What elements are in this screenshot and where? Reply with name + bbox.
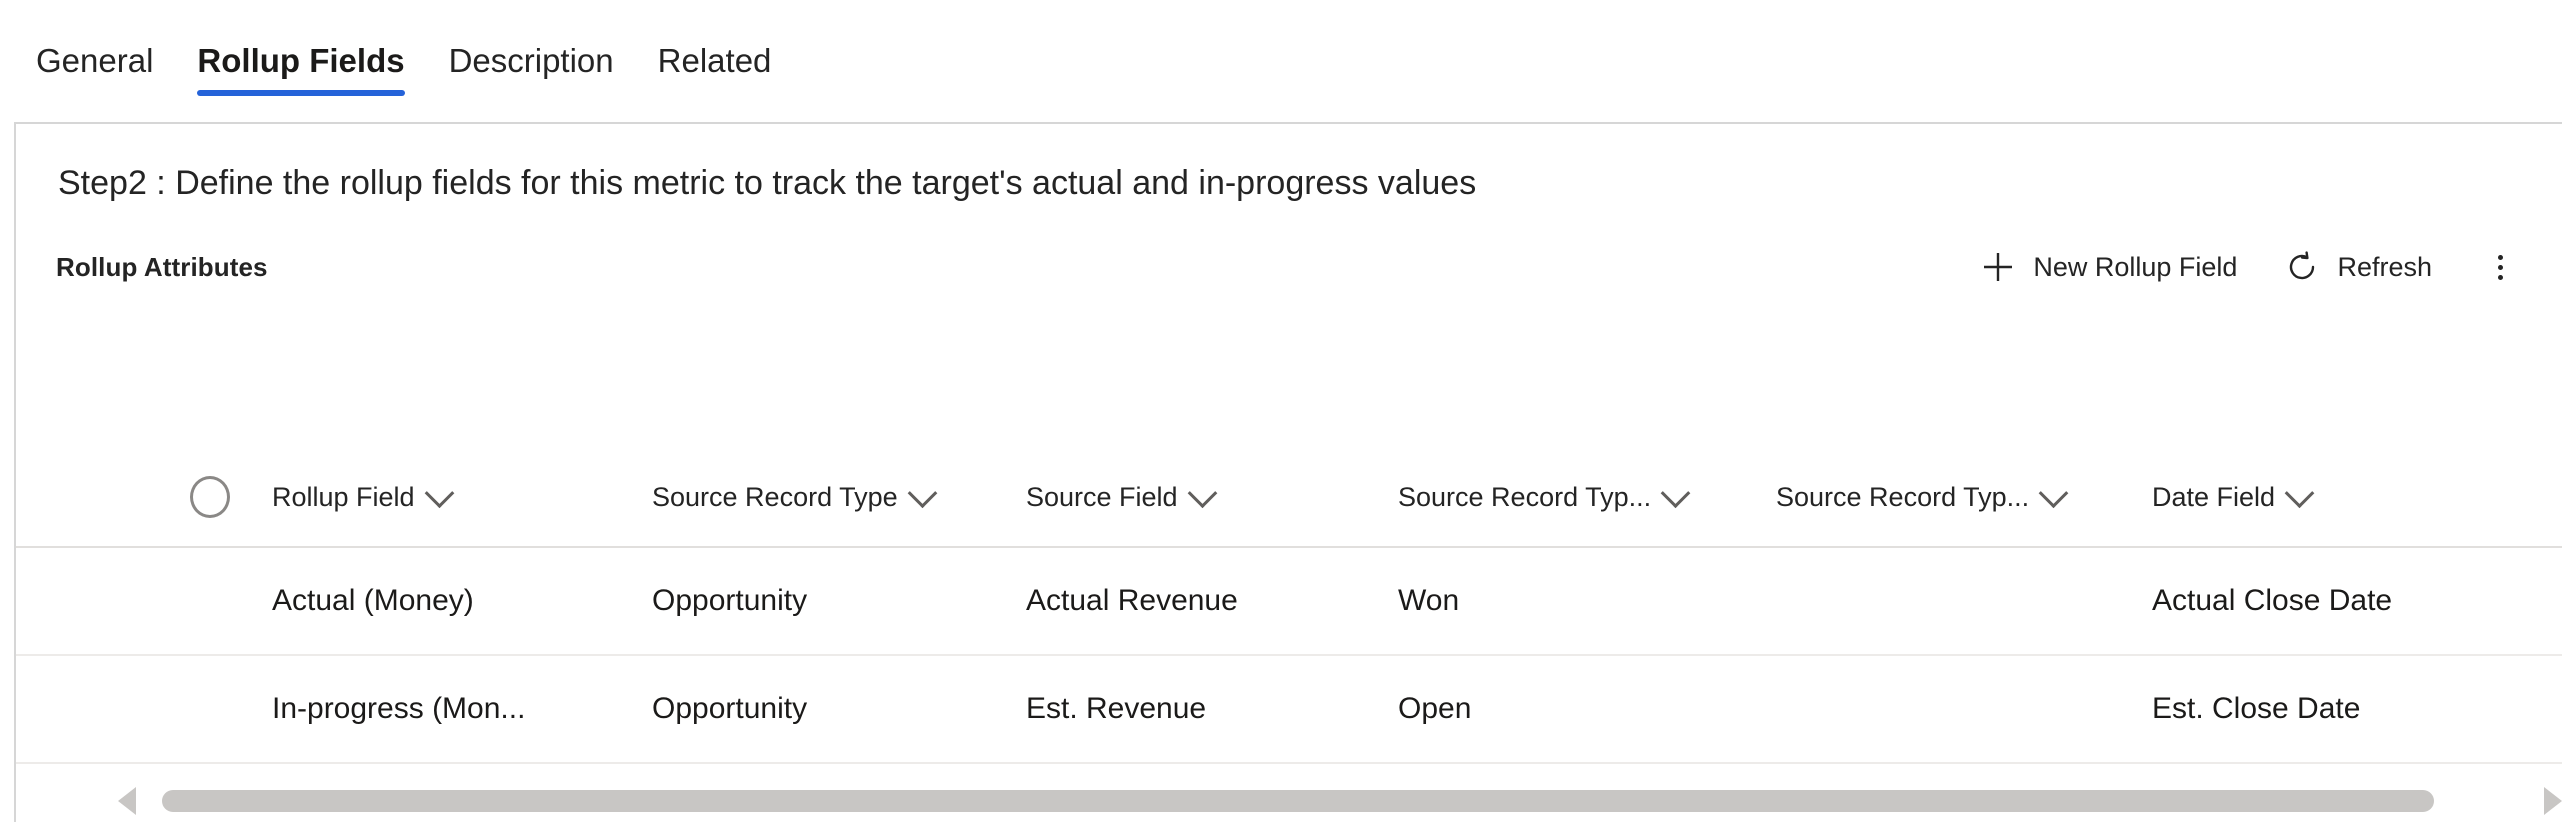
chevron-down-icon	[2038, 477, 2069, 508]
cell-rollup-field: In-progress (Mon...	[272, 655, 652, 764]
tab-rollup-fields[interactable]: Rollup Fields	[175, 42, 426, 96]
scrollbar-track[interactable]	[162, 790, 2516, 812]
column-header-source-record-type-2[interactable]: Source Record Typ...	[1398, 448, 1776, 548]
column-header-source-field[interactable]: Source Field	[1026, 448, 1398, 548]
horizontal-scrollbar[interactable]	[76, 784, 2562, 818]
select-all-circle[interactable]	[190, 476, 230, 518]
cell-source-record-type-3	[1776, 547, 2152, 656]
column-header-source-record-type-3[interactable]: Source Record Typ...	[1776, 448, 2152, 548]
tab-strip: General Rollup Fields Description Relate…	[0, 0, 2562, 96]
grid-title: Rollup Attributes	[56, 252, 268, 282]
cell-source-field: Est. Revenue	[1026, 655, 1398, 764]
refresh-icon	[2285, 250, 2319, 284]
scrollbar-thumb[interactable]	[162, 790, 2434, 812]
new-rollup-field-button[interactable]: New Rollup Field	[1961, 240, 2257, 294]
toolbar-actions: New Rollup Field Refresh	[1961, 240, 2526, 294]
tab-label: Related	[657, 42, 772, 79]
plus-icon	[1981, 250, 2015, 284]
cell-date-field: Est. Close Date	[2152, 655, 2562, 764]
cell-rollup-field: Actual (Money)	[272, 547, 652, 656]
column-header-label: Source Record Type	[652, 481, 898, 512]
row-select-cell[interactable]	[16, 547, 272, 656]
column-header-label: Rollup Field	[272, 481, 415, 512]
tab-label: Rollup Fields	[197, 42, 405, 79]
table-row[interactable]: Actual (Money) Opportunity Actual Revenu…	[16, 547, 2562, 656]
tab-label: Description	[448, 42, 614, 79]
chevron-down-icon	[1187, 477, 1217, 508]
cell-source-record-type-2: Won	[1398, 547, 1776, 656]
column-header-rollup-field[interactable]: Rollup Field	[272, 448, 652, 548]
rollup-fields-panel: Step2 : Define the rollup fields for thi…	[14, 122, 2562, 822]
cell-source-record-type-2: Open	[1398, 655, 1776, 764]
tab-description[interactable]: Description	[427, 42, 636, 96]
column-header-date-field[interactable]: Date Field	[2152, 448, 2562, 548]
refresh-label: Refresh	[2337, 252, 2432, 282]
table-row[interactable]: In-progress (Mon... Opportunity Est. Rev…	[16, 655, 2562, 764]
more-vertical-icon[interactable]	[2474, 241, 2526, 293]
chevron-down-icon	[424, 477, 454, 508]
column-header-label: Date Field	[2152, 481, 2276, 512]
scroll-right-arrow-icon[interactable]	[2544, 787, 2562, 815]
tab-related[interactable]: Related	[636, 42, 794, 96]
scroll-left-arrow-icon[interactable]	[118, 787, 136, 815]
chevron-down-icon	[907, 477, 937, 508]
tab-general[interactable]: General	[14, 42, 175, 96]
column-header-source-record-type[interactable]: Source Record Type	[652, 448, 1026, 548]
step-instruction: Step2 : Define the rollup fields for thi…	[58, 164, 1477, 202]
cell-date-field: Actual Close Date	[2152, 547, 2562, 656]
refresh-button[interactable]: Refresh	[2265, 240, 2452, 294]
column-header-label: Source Field	[1026, 481, 1178, 512]
rollup-attributes-grid: Rollup Field Source Record Type Source F…	[16, 448, 2562, 764]
tab-label: General	[36, 42, 154, 79]
cell-source-record-type: Opportunity	[652, 655, 1026, 764]
new-rollup-field-label: New Rollup Field	[2033, 252, 2238, 282]
select-all-header	[16, 448, 272, 548]
chevron-down-icon	[2284, 477, 2315, 508]
cell-source-record-type-3	[1776, 655, 2152, 764]
grid-header-row: Rollup Field Source Record Type Source F…	[16, 448, 2562, 548]
chevron-down-icon	[1660, 477, 1691, 508]
cell-source-record-type: Opportunity	[652, 547, 1026, 656]
row-select-cell[interactable]	[16, 655, 272, 764]
grid-toolbar: Rollup Attributes New Rollup Field Refre…	[16, 204, 2562, 294]
column-header-label: Source Record Typ...	[1398, 481, 1652, 512]
cell-source-field: Actual Revenue	[1026, 547, 1398, 656]
column-header-label: Source Record Typ...	[1776, 481, 2030, 512]
